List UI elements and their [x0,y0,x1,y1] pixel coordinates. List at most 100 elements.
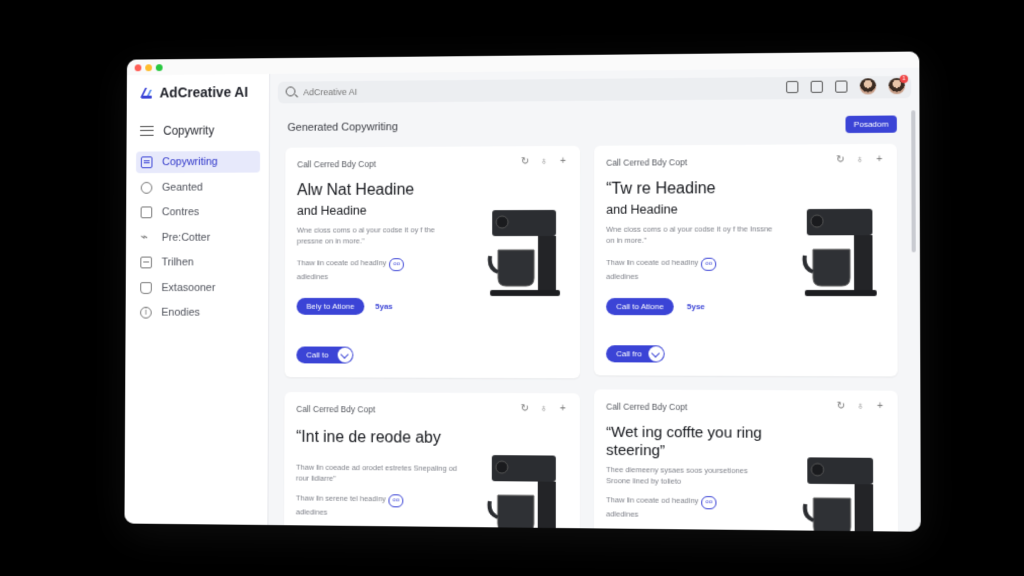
sidebar-item-geanted[interactable]: Geanted [136,176,260,198]
copy-card-4[interactable]: Call Cerred Bdy Copt ↻ ♁ + “Wet ing coff… [594,389,898,531]
card-actions: ↻ ♁ + [835,154,884,166]
like-icon[interactable]: ♁ [539,403,549,415]
card-note-text: Thaw lin coeate od headiny [606,258,698,267]
call-to-toggle[interactable]: Call to [296,346,353,363]
card-title: Call Cerred Bdy Copt [296,404,375,414]
refresh-icon[interactable]: ↻ [520,403,530,415]
add-icon[interactable]: + [558,156,568,168]
sidebar-item-label: Enodies [161,307,200,319]
refresh-icon[interactable]: ↻ [835,154,845,166]
copy-card-3[interactable]: Call Cerred Bdy Copt ↻ ♁ + “Int ine de r… [284,392,580,532]
card-note-text: Thaw lin coeate od headiny [606,495,698,505]
page-title: Generated Copywriting [287,121,397,134]
card-note: Thaw lin coeate od headiny oo adledines [297,257,425,282]
card-subheadline: and Headine [606,202,677,216]
coffee-maker-image [486,206,564,298]
chevron-down-icon [338,348,353,363]
note-chip[interactable]: oo [389,258,404,271]
copy-card-2[interactable]: Call Cerred Bdy Copt ↻ ♁ + “Tw re Headin… [594,144,898,377]
like-icon[interactable]: ♁ [855,401,865,413]
card-note-tail: adledines [606,509,638,518]
minimize-window-button[interactable] [145,64,152,71]
card-body-text: Thaw lin coeade ad orodet estretes Snepa… [296,462,459,485]
like-icon[interactable]: ♁ [539,156,549,168]
notification-badge: 1 [900,75,908,83]
card-headline: “Int ine de reode aby [296,428,494,448]
card-title: Call Cerred Bdy Copt [297,159,376,169]
call-to-toggle[interactable]: Call fro [606,345,665,362]
cta-meta: 5yse [687,302,705,311]
sidebar-item-precotter[interactable]: Pre:Cotter [136,226,260,248]
main-content: 1 Generated Copywriting Posadom Call Cer… [268,68,920,532]
circle-icon [141,181,153,193]
chevron-down-icon [648,346,663,361]
card-note-tail: adledines [606,272,638,281]
card-subheadline: and Headine [297,204,367,218]
card-actions: ↻ ♁ + [520,403,568,415]
sidebar-item-copywriting[interactable]: Copywriting [136,151,260,173]
coffee-maker-image [801,205,881,298]
copy-card-1[interactable]: Call Cerred Bdy Copt ↻ ♁ + Alw Nat Headi… [285,146,580,378]
coffee-maker-image [801,453,881,532]
card-headline: “Tw re Headine [606,179,783,199]
card-body-text: Wne cioss coms o al your codse it oy f t… [606,223,773,246]
card-note: Thaw lin coeate od headiny oo adledines [606,494,738,521]
cta-button[interactable]: Bely to Atione [297,298,365,315]
note-chip[interactable]: oo [701,258,716,271]
avatar[interactable] [860,78,876,94]
card-note: Thaw lin serene tel headiny oo adledines [296,492,424,518]
sidebar-item-label: Contres [162,206,199,218]
refresh-icon[interactable]: ↻ [520,156,530,168]
tag-icon [140,282,152,294]
menu-toggle[interactable]: Copywrity [140,124,214,138]
sidebar-item-enodies[interactable]: Enodies [135,302,259,324]
card-actions: ↻ ♁ + [520,156,568,168]
like-icon[interactable]: ♁ [855,154,865,166]
card-note-text: Thaw lin coeate od headiny [297,258,387,267]
card-title: Call Cerred Bdy Copt [606,402,687,412]
brand[interactable]: AdCreative AI [138,84,248,101]
brand-name: AdCreative AI [160,84,248,100]
card-note-tail: adledines [297,272,328,281]
export-icon[interactable] [835,80,847,92]
card-note-text: Thaw lin serene tel headiny [296,493,386,503]
card-body-text: Thee diemeeny sysaes soos yoursetiones S… [606,464,773,488]
coffee-maker-image [486,451,564,532]
maximize-window-button[interactable] [156,64,163,71]
note-chip[interactable]: oo [389,494,404,507]
scrollbar[interactable] [911,110,916,252]
sidebar-item-label: Copywriting [162,156,218,168]
refresh-icon[interactable]: ↻ [836,401,846,413]
search-input[interactable] [303,82,560,100]
info-icon [140,307,152,319]
close-window-button[interactable] [135,64,142,71]
hamburger-icon [140,126,154,136]
card-note-tail: adledines [296,507,328,516]
brand-logo-icon [138,85,153,101]
cta-button[interactable]: Call to Atione [606,298,674,315]
profile-avatar[interactable]: 1 [888,78,905,94]
top-bar-actions: 1 [786,78,905,95]
sidebar-item-contres[interactable]: Contres [136,201,260,223]
toggle-label: Call fro [616,349,642,358]
add-icon[interactable]: + [874,154,884,166]
note-chip[interactable]: oo [702,496,717,509]
sidebar: AdCreative AI Copywrity Copywriting Gean… [124,74,270,525]
menu-label: Copywrity [163,124,214,138]
sidebar-item-label: Trilhen [162,257,194,269]
grid-icon [140,257,152,269]
sidebar-item-label: Extasooner [161,282,215,294]
search-icon [286,86,296,96]
card-headline: Alw Nat Headine [297,180,469,200]
toggle-label: Call to [306,350,328,359]
add-icon[interactable]: + [875,401,885,413]
sidebar-item-extasooner[interactable]: Extasooner [135,277,259,299]
add-icon[interactable]: + [558,403,568,415]
settings-icon[interactable] [811,81,823,93]
sidebar-item-trilhen[interactable]: Trilhen [135,251,259,273]
share-icon[interactable] [786,81,798,93]
primary-action-button[interactable]: Posadom [845,115,896,133]
sidebar-item-label: Pre:Cotter [162,231,211,243]
doc-icon [141,156,153,168]
box-icon [141,206,153,218]
